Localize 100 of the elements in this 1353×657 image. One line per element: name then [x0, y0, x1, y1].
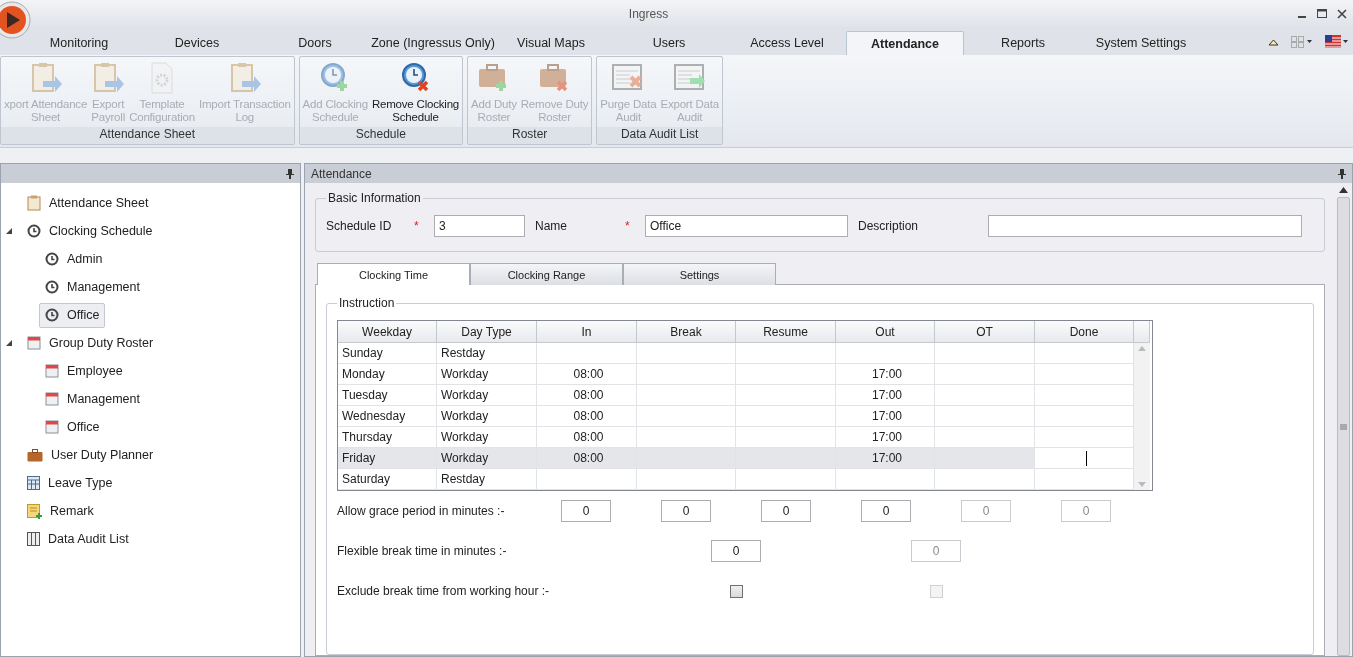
column-header[interactable]: In	[537, 321, 637, 343]
table-cell[interactable]: Restday	[437, 469, 537, 490]
table-cell[interactable]	[736, 427, 836, 448]
text-field[interactable]	[988, 215, 1302, 237]
table-cell[interactable]	[637, 364, 736, 385]
table-cell[interactable]	[736, 385, 836, 406]
table-cell[interactable]: 08:00	[537, 385, 637, 406]
tree-item[interactable]: Admin	[39, 246, 109, 272]
table-cell[interactable]: Tuesday	[338, 385, 437, 406]
table-cell[interactable]: Workday	[437, 406, 537, 427]
scroll-down-icon[interactable]	[1138, 482, 1146, 487]
table-cell[interactable]	[935, 469, 1035, 490]
table-cell[interactable]: 17:00	[836, 406, 935, 427]
table-cell[interactable]: 08:00	[537, 364, 637, 385]
table-cell[interactable]	[1035, 448, 1134, 469]
table-cell[interactable]	[637, 469, 736, 490]
pin-icon[interactable]	[1338, 168, 1346, 179]
column-header[interactable]: Done	[1035, 321, 1134, 343]
table-cell[interactable]	[736, 364, 836, 385]
ribbon-button[interactable]: Remove Clocking Schedule	[370, 61, 461, 127]
tree-item[interactable]: Group Duty Roster	[21, 330, 160, 356]
table-cell[interactable]	[1035, 427, 1134, 448]
table-cell[interactable]: 17:00	[836, 385, 935, 406]
table-cell[interactable]: 17:00	[836, 427, 935, 448]
app-logo[interactable]	[0, 0, 32, 42]
table-cell[interactable]: Friday	[338, 448, 437, 469]
tab[interactable]: Clocking Time	[317, 263, 470, 285]
table-cell[interactable]	[736, 343, 836, 364]
column-header[interactable]: Day Type	[437, 321, 537, 343]
table-cell[interactable]	[637, 406, 736, 427]
tree-item[interactable]: Management	[39, 274, 146, 300]
table-cell[interactable]: Saturday	[338, 469, 437, 490]
table-cell[interactable]	[637, 427, 736, 448]
table-cell[interactable]	[935, 448, 1035, 469]
column-header[interactable]: OT	[935, 321, 1035, 343]
tree-item[interactable]: Office	[39, 414, 106, 440]
table-cell[interactable]	[736, 448, 836, 469]
table-cell[interactable]	[736, 406, 836, 427]
minutes-field[interactable]: 0	[761, 500, 811, 522]
tree-item[interactable]: Employee	[39, 358, 129, 384]
text-field[interactable]: Office	[645, 215, 848, 237]
pin-icon[interactable]	[286, 168, 294, 179]
table-cell[interactable]: Wednesday	[338, 406, 437, 427]
tree-item[interactable]: User Duty Planner	[21, 442, 160, 468]
table-cell[interactable]	[1035, 469, 1134, 490]
table-cell[interactable]: 08:00	[537, 406, 637, 427]
table-cell[interactable]	[1035, 364, 1134, 385]
menu-tab[interactable]: Reports	[964, 31, 1082, 55]
table-cell[interactable]	[935, 385, 1035, 406]
menu-tab[interactable]: Monitoring	[20, 31, 138, 55]
table-cell[interactable]	[935, 427, 1035, 448]
table-cell[interactable]	[935, 406, 1035, 427]
table-cell[interactable]: 08:00	[537, 427, 637, 448]
table-cell[interactable]: Workday	[437, 364, 537, 385]
close-icon[interactable]	[1337, 9, 1347, 19]
table-cell[interactable]: 17:00	[836, 364, 935, 385]
collapse-triangle-icon[interactable]	[5, 339, 13, 347]
scrollbar-thumb[interactable]	[1337, 197, 1350, 656]
flag-dropdown-icon[interactable]	[1325, 35, 1349, 49]
table-cell[interactable]	[537, 343, 637, 364]
minutes-field[interactable]: 0	[861, 500, 911, 522]
table-cell[interactable]: 17:00	[836, 448, 935, 469]
minutes-field[interactable]: 0	[661, 500, 711, 522]
tree-item[interactable]: Office	[39, 302, 106, 328]
table-cell[interactable]: 08:00	[537, 448, 637, 469]
tree-item[interactable]: Attendance Sheet	[21, 190, 155, 216]
menu-tab[interactable]: Devices	[138, 31, 256, 55]
table-cell[interactable]	[935, 343, 1035, 364]
tree-item[interactable]: Remark	[21, 498, 100, 524]
tab[interactable]: Clocking Range	[470, 263, 623, 285]
table-cell[interactable]: Restday	[437, 343, 537, 364]
tree-item[interactable]: Leave Type	[21, 470, 119, 496]
table-cell[interactable]: Workday	[437, 385, 537, 406]
menu-tab[interactable]: Access Level	[728, 31, 846, 55]
table-cell[interactable]	[1035, 343, 1134, 364]
layout-dropdown-icon[interactable]	[1291, 36, 1313, 48]
table-cell[interactable]	[736, 469, 836, 490]
column-header[interactable]: Resume	[736, 321, 836, 343]
menu-tab[interactable]: Users	[610, 31, 728, 55]
chevron-up-icon[interactable]	[1268, 37, 1279, 47]
table-cell[interactable]	[637, 385, 736, 406]
minutes-field[interactable]: 0	[561, 500, 611, 522]
checkbox[interactable]	[729, 584, 743, 598]
menu-tab[interactable]: Attendance	[846, 31, 964, 55]
tree-item[interactable]: Clocking Schedule	[21, 218, 159, 244]
tree-item[interactable]: Management	[39, 386, 146, 412]
column-header[interactable]: Out	[836, 321, 935, 343]
table-cell[interactable]	[836, 469, 935, 490]
table-cell[interactable]	[1035, 385, 1134, 406]
menu-tab[interactable]: System Settings	[1082, 31, 1200, 55]
table-cell[interactable]	[935, 364, 1035, 385]
text-field[interactable]: 3	[434, 215, 525, 237]
table-cell[interactable]: Workday	[437, 427, 537, 448]
table-cell[interactable]	[637, 448, 736, 469]
scroll-up-icon[interactable]	[1339, 187, 1348, 193]
minutes-field[interactable]: 0	[711, 540, 761, 562]
table-cell[interactable]	[537, 469, 637, 490]
table-cell[interactable]	[836, 343, 935, 364]
tab[interactable]: Settings	[623, 263, 776, 285]
column-header[interactable]: Weekday	[338, 321, 437, 343]
